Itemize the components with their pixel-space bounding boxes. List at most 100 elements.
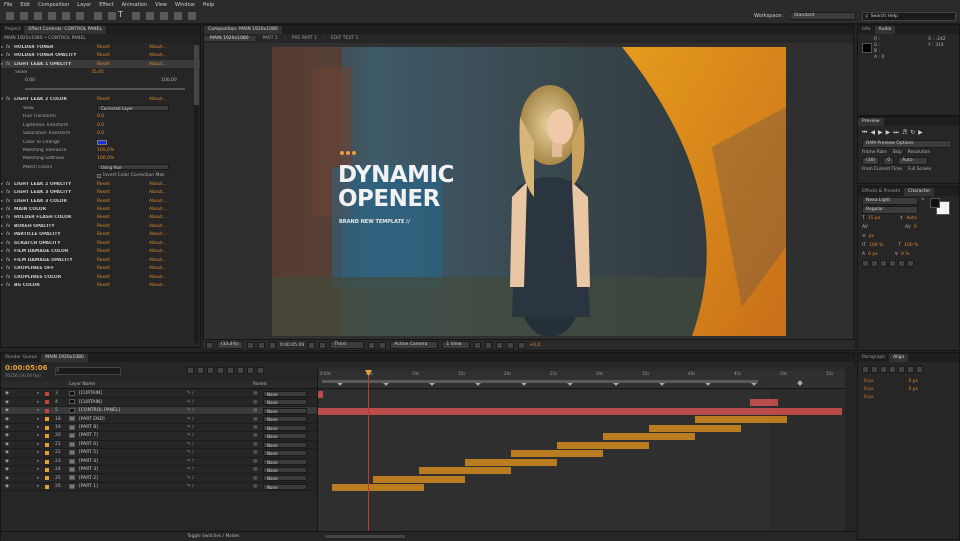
auto-keyframe-icon[interactable] (247, 367, 254, 374)
para-tab-1[interactable]: Align (889, 354, 909, 362)
current-time-indicator[interactable] (368, 371, 369, 541)
parent-pickwhip-icon[interactable]: @ (253, 391, 258, 396)
layer-name[interactable]: [PART 6] (79, 442, 98, 447)
camera-snapshot-icon[interactable] (268, 341, 276, 349)
eraser-tool-icon[interactable] (160, 12, 168, 20)
effect-reset-link[interactable]: Reset (97, 258, 149, 263)
tracking-value[interactable]: 0 (914, 225, 917, 230)
stroke-color-swatch[interactable] (930, 198, 940, 208)
text-tool-icon[interactable]: T (118, 10, 126, 19)
effect-row[interactable]: ▸ fx HOLDER TONER Reset About... (1, 43, 200, 51)
effect-about-link[interactable]: About... (149, 258, 167, 263)
effect-reset-link[interactable]: Reset (97, 207, 149, 212)
timeline-icon[interactable] (496, 341, 504, 349)
effect-row[interactable]: ▸ fx FILM DAMAGE OPACITY Reset About... (1, 256, 200, 264)
layer-name-column-header[interactable]: Layer Name (69, 382, 95, 387)
effect-row[interactable]: ▸ fx PARTICLE OPACITY Reset About... (1, 231, 200, 239)
effect-about-link[interactable]: About... (149, 241, 167, 246)
menu-view[interactable]: View (155, 2, 167, 8)
layer-switches[interactable]: ✎ / (187, 442, 194, 447)
effect-reset-link[interactable]: Reset (97, 182, 149, 187)
snapshot-icon[interactable] (308, 341, 316, 349)
timeline-tab-0[interactable]: Render Queue (1, 354, 41, 362)
label-color-icon[interactable] (45, 484, 49, 489)
mute-audio-icon[interactable]: ♬ (902, 129, 907, 137)
effect-about-link[interactable]: About... (149, 45, 167, 50)
parent-dropdown[interactable]: None (263, 441, 307, 448)
label-color-icon[interactable] (45, 459, 49, 464)
timeline-graph[interactable]: 0:00s05s10s15s20s25s30s35s40s45s50s55s (317, 367, 846, 541)
twirl-arrow-icon[interactable]: ▸ (37, 408, 39, 413)
left-tab-1[interactable]: Effect Controls: CONTROL PANEL (24, 26, 106, 34)
align-right-icon[interactable] (880, 366, 887, 373)
layer-row[interactable]: ◉ ▸ 21 [PART 6] ✎ / @ None (1, 441, 317, 450)
info-tab-1[interactable]: Audio (874, 26, 896, 34)
clone-tool-icon[interactable] (146, 12, 154, 20)
property-value[interactable]: 0,0 (97, 131, 104, 136)
layer-row[interactable]: ◉ ▸ 22 [PART 5] ✎ / @ None (1, 449, 317, 458)
small-caps-icon[interactable] (889, 260, 896, 267)
property-dropdown[interactable]: Using Hue (97, 164, 169, 171)
last-frame-icon[interactable]: ⏭ (893, 129, 898, 137)
safe-zones-icon[interactable] (246, 341, 254, 349)
flowchart-tab-0[interactable]: MAIN 1920x1080 (204, 36, 255, 41)
parent-pickwhip-icon[interactable]: @ (253, 467, 258, 472)
label-color-icon[interactable] (45, 442, 49, 447)
twirl-arrow-icon[interactable]: ▸ (37, 484, 39, 489)
twirl-arrow-icon[interactable]: ▸ (37, 442, 39, 447)
label-color-icon[interactable] (45, 451, 49, 456)
brush-tool-icon[interactable] (132, 12, 140, 20)
parent-dropdown[interactable]: None (263, 483, 307, 490)
property-dropdown[interactable]: Corrected Layer (97, 105, 169, 112)
effect-row[interactable]: ▸ fx FILM DAMAGE COLOR Reset About... (1, 248, 200, 256)
visibility-eye-icon[interactable]: ◉ (5, 476, 9, 481)
effect-reset-link[interactable]: Reset (97, 241, 149, 246)
property-value[interactable]: 0,0 (97, 123, 104, 128)
superscript-icon[interactable] (898, 260, 905, 267)
draft-3d-icon[interactable] (197, 367, 204, 374)
toggle-switches-modes[interactable]: Toggle Switches / Modes (187, 534, 239, 539)
magnification-dropdown[interactable]: (33,4%) (217, 341, 243, 349)
toggle-pixel-aspect-icon[interactable] (474, 341, 482, 349)
effect-row[interactable]: ▸ fx LIGHT LEAK 3 OPACITY Reset About... (1, 188, 200, 196)
ram-preview-icon[interactable]: ▶ (918, 129, 923, 137)
effect-scrollbar[interactable] (194, 43, 199, 343)
align-center-icon[interactable] (871, 366, 878, 373)
effect-reset-link[interactable]: Reset (97, 199, 149, 204)
resolution-dropdown-preview[interactable]: Auto (898, 157, 929, 165)
faux-bold-icon[interactable] (862, 260, 869, 267)
menu-window[interactable]: Window (175, 2, 195, 8)
camera-view-dropdown[interactable]: Active Camera (390, 341, 439, 349)
motion-blur-icon[interactable] (227, 367, 234, 374)
label-color-icon[interactable] (45, 408, 49, 413)
label-color-icon[interactable] (45, 467, 49, 472)
justify-last-left-icon[interactable] (889, 366, 896, 373)
layer-marker-icon[interactable] (797, 380, 803, 386)
left-tab-0[interactable]: Project (1, 26, 24, 34)
parent-pickwhip-icon[interactable]: @ (253, 442, 258, 447)
effect-about-link[interactable]: About... (149, 199, 167, 204)
effect-row[interactable]: ▸ fx LIGHT LEAK 3 COLOR Reset About... (1, 197, 200, 205)
slider-track[interactable] (25, 88, 185, 91)
menu-composition[interactable]: Composition (38, 2, 69, 8)
tab-preview[interactable]: Preview (858, 118, 884, 126)
view-layout-dropdown[interactable]: 1 View (442, 341, 471, 349)
layer-name[interactable]: [CONTROL PANEL] (79, 408, 120, 413)
layer-row[interactable]: ◉ ▸ 18 [PART END] ✎ / @ None (1, 415, 317, 424)
vertical-scale-value[interactable]: 100 % (869, 243, 883, 248)
brainstorm-icon[interactable] (237, 367, 244, 374)
loop-icon[interactable]: ↻ (910, 129, 915, 137)
work-area-bar[interactable] (322, 380, 758, 383)
effect-about-link[interactable]: About... (149, 190, 167, 195)
effect-about-link[interactable]: About... (149, 215, 167, 220)
zoom-tool-icon[interactable] (34, 12, 42, 20)
effect-about-link[interactable]: About... (149, 224, 167, 229)
parent-dropdown[interactable]: None (263, 466, 307, 473)
layer-switches[interactable]: ✎ / (187, 417, 194, 422)
visibility-eye-icon[interactable]: ◉ (5, 433, 9, 438)
timeline-tab-1[interactable]: MAIN 1920x1080 (41, 354, 88, 362)
font-size-value[interactable]: 15 px (868, 216, 881, 221)
layer-row[interactable]: ◉ ▸ 25 [PART 2] ✎ / @ None (1, 474, 317, 483)
layer-switches[interactable]: ✎ / (187, 408, 194, 413)
effect-reset-link[interactable]: Reset (97, 283, 149, 288)
